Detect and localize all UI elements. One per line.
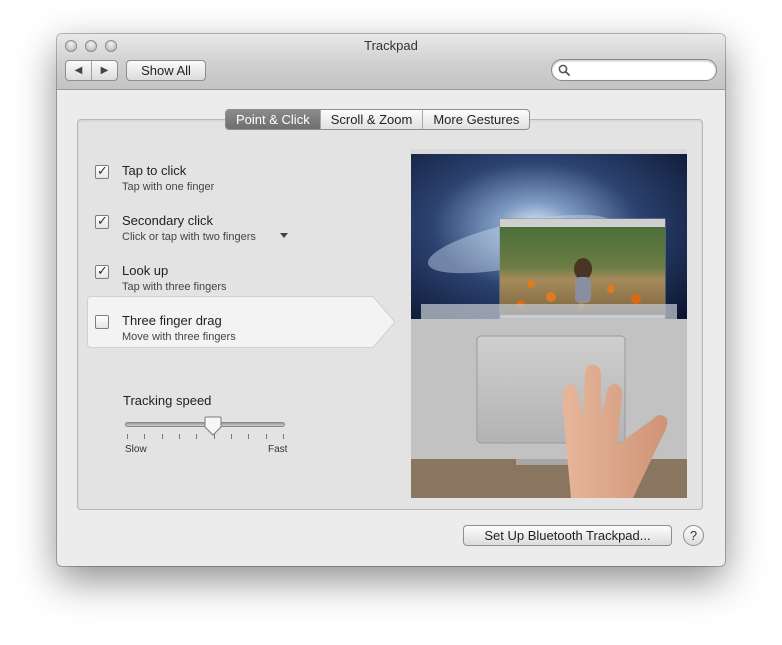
slider-tick bbox=[283, 434, 284, 439]
show-all-button[interactable]: Show All bbox=[126, 60, 206, 81]
checkmark-icon: ✓ bbox=[97, 163, 108, 178]
slider-max-label: Fast bbox=[268, 444, 288, 455]
trackpad-window: Trackpad ◀ ▶ Show All Point & Click Scro… bbox=[57, 34, 725, 566]
tab-bar: Point & Click Scroll & Zoom More Gesture… bbox=[225, 109, 531, 130]
set-up-bluetooth-trackpad-button[interactable]: Set Up Bluetooth Trackpad... bbox=[463, 525, 672, 546]
option-subtitle: Move with three fingers bbox=[122, 331, 236, 343]
look-up-checkbox[interactable]: ✓ bbox=[95, 263, 109, 279]
slider-knob[interactable] bbox=[204, 416, 222, 436]
dropdown-arrow-icon[interactable] bbox=[280, 233, 288, 238]
gesture-illustration bbox=[411, 149, 687, 498]
option-subtitle: Tap with one finger bbox=[122, 181, 215, 193]
checkmark-icon: ✓ bbox=[97, 213, 108, 228]
tab-more-gestures[interactable]: More Gestures bbox=[422, 110, 529, 129]
slider-tick bbox=[248, 434, 249, 439]
help-button[interactable]: ? bbox=[683, 525, 704, 546]
slider-tick bbox=[162, 434, 163, 439]
secondary-click-checkbox[interactable]: ✓ bbox=[95, 213, 109, 229]
forward-arrow-icon[interactable]: ▶ bbox=[91, 61, 117, 80]
tracking-speed-label: Tracking speed bbox=[123, 393, 212, 408]
option-title: Secondary click bbox=[122, 213, 214, 228]
option-subtitle: Click or tap with two fingers bbox=[122, 231, 256, 243]
slider-tick bbox=[144, 434, 145, 439]
back-forward-control: ◀ ▶ bbox=[65, 60, 118, 81]
option-subtitle: Tap with three fingers bbox=[122, 281, 227, 293]
search-field[interactable] bbox=[551, 59, 717, 81]
title-bar: Trackpad ◀ ▶ Show All bbox=[57, 34, 725, 90]
tab-point-and-click[interactable]: Point & Click bbox=[226, 110, 320, 129]
slider-min-label: Slow bbox=[125, 444, 147, 455]
back-arrow-icon[interactable]: ◀ bbox=[66, 61, 91, 80]
three-finger-drag-checkbox[interactable] bbox=[95, 315, 109, 329]
tap-to-click-checkbox[interactable]: ✓ bbox=[95, 163, 109, 179]
slider-tick bbox=[179, 434, 180, 439]
slider-tick bbox=[266, 434, 267, 439]
gesture-preview-video bbox=[411, 149, 687, 498]
window-title: Trackpad bbox=[364, 38, 418, 53]
tab-scroll-and-zoom[interactable]: Scroll & Zoom bbox=[319, 110, 423, 129]
slider-tick bbox=[196, 434, 197, 439]
slider-tick bbox=[231, 434, 232, 439]
checkmark-icon: ✓ bbox=[97, 263, 108, 278]
option-title: Tap to click bbox=[122, 163, 187, 178]
option-title: Three finger drag bbox=[122, 313, 222, 328]
slider-tick bbox=[127, 434, 128, 439]
option-title: Look up bbox=[122, 263, 169, 278]
slider-tick bbox=[214, 434, 215, 439]
search-icon bbox=[558, 64, 570, 76]
search-input[interactable] bbox=[574, 62, 710, 78]
